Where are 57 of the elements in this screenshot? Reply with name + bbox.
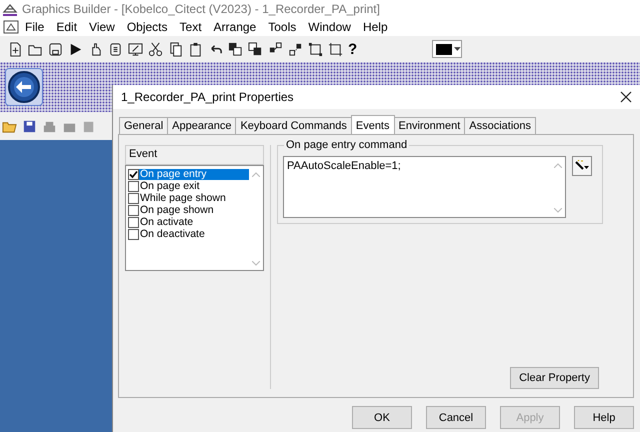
back-button[interactable] xyxy=(5,68,43,106)
event-item[interactable]: On activate xyxy=(139,216,249,228)
app-icon xyxy=(2,2,18,16)
tab[interactable]: Keyboard Commands xyxy=(235,117,352,134)
copy-icon[interactable] xyxy=(168,42,183,56)
menu-item[interactable]: Tools xyxy=(262,20,302,34)
event-item[interactable]: On page exit xyxy=(139,180,249,192)
menu-item[interactable]: File xyxy=(19,20,50,34)
clear-property-button[interactable]: Clear Property xyxy=(510,367,599,389)
group-label: On page entry command xyxy=(284,139,410,151)
resize-icon[interactable] xyxy=(308,42,323,56)
checkbox[interactable] xyxy=(128,168,139,180)
menu-item[interactable]: Help xyxy=(356,20,394,34)
checkbox[interactable] xyxy=(128,204,139,216)
color-picker[interactable] xyxy=(432,40,462,58)
dialog-button[interactable]: OK xyxy=(352,406,412,429)
new-file-icon[interactable] xyxy=(8,42,23,56)
page-icon[interactable] xyxy=(108,42,123,56)
paste-icon[interactable] xyxy=(188,42,203,56)
list-header: Event xyxy=(125,145,264,165)
event-item[interactable]: On page shown xyxy=(139,204,249,216)
tab[interactable]: General xyxy=(119,117,168,134)
bring-front-icon[interactable] xyxy=(228,42,243,56)
wand-button[interactable] xyxy=(572,156,592,176)
tab[interactable]: Appearance xyxy=(167,117,236,134)
monitor-icon[interactable] xyxy=(128,42,143,56)
wand-icon xyxy=(575,160,589,172)
tab[interactable]: Associations xyxy=(464,117,536,134)
reshape-icon[interactable] xyxy=(328,42,343,56)
save-icon[interactable] xyxy=(48,42,63,56)
menu-item[interactable]: Arrange xyxy=(208,20,262,34)
cut-icon[interactable] xyxy=(148,42,163,56)
tab[interactable]: Events xyxy=(350,115,394,134)
help-button[interactable]: ? xyxy=(348,40,358,58)
play-icon[interactable] xyxy=(68,42,83,56)
document-icon[interactable] xyxy=(3,20,19,34)
menu-item[interactable]: View xyxy=(83,20,121,34)
send-back-icon[interactable] xyxy=(248,42,263,56)
checkbox[interactable] xyxy=(128,180,139,192)
menu-item[interactable]: Edit xyxy=(50,20,84,34)
save-icon[interactable] xyxy=(22,118,37,134)
dialog-button[interactable]: Help xyxy=(574,406,634,429)
event-item[interactable]: On deactivate xyxy=(139,228,249,240)
dialog-title: 1_Recorder_PA_print Properties xyxy=(121,90,294,104)
checkbox[interactable] xyxy=(128,228,139,240)
ungroup-icon[interactable] xyxy=(288,42,303,56)
menu-item[interactable]: Text xyxy=(174,20,208,34)
checkbox[interactable] xyxy=(128,216,139,228)
event-item[interactable]: On page entry xyxy=(139,168,249,180)
dropdown-arrow-icon xyxy=(454,47,462,51)
window-title: Graphics Builder - [Kobelco_Citect (V2023) - 1_Recorder_PA_print] xyxy=(22,2,380,16)
menu-item[interactable]: Window xyxy=(302,20,357,34)
dialog-button[interactable]: Cancel xyxy=(426,406,486,429)
event-item[interactable]: While page shown xyxy=(139,192,249,204)
close-icon[interactable] xyxy=(620,91,632,103)
menu-item[interactable]: Objects xyxy=(120,20,174,34)
checkbox[interactable] xyxy=(128,192,139,204)
